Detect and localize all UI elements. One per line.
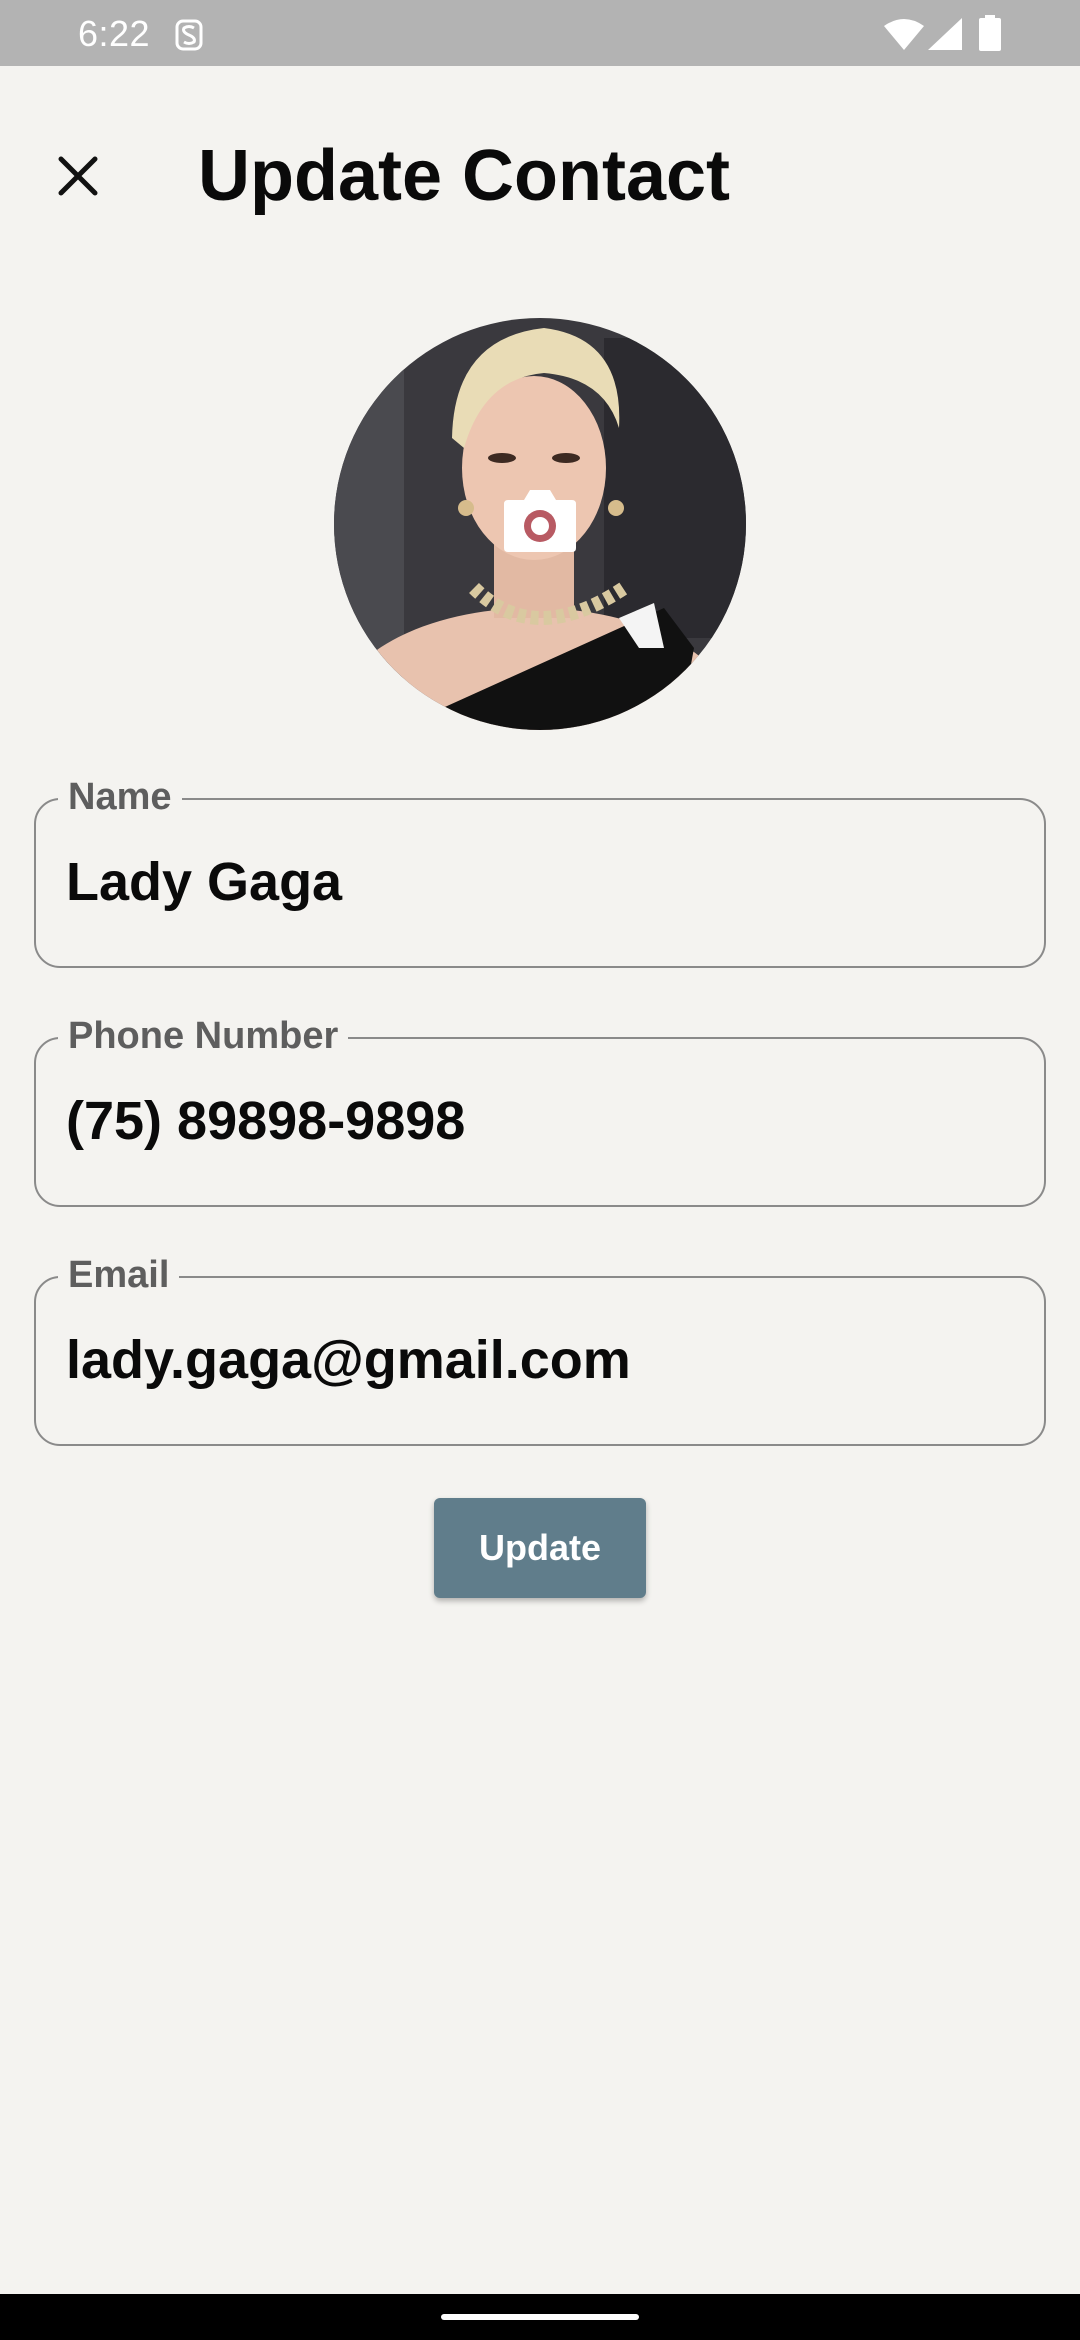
camera-icon[interactable] [502, 486, 578, 554]
close-icon[interactable] [48, 146, 108, 206]
email-label: Email [58, 1250, 180, 1300]
navigation-bar [0, 2294, 1080, 2340]
name-input[interactable]: Lady Gaga [66, 850, 342, 914]
name-label: Name [58, 772, 182, 822]
name-field[interactable]: Name Lady Gaga [34, 772, 1046, 968]
status-bar: 6:22 [0, 0, 1080, 66]
signal-icon [928, 18, 962, 50]
home-handle[interactable] [441, 2314, 639, 2320]
battery-icon [979, 15, 1001, 51]
email-input[interactable]: lady.gaga@gmail.com [66, 1328, 631, 1392]
status-time: 6:22 [78, 13, 151, 54]
phone-number-field[interactable]: Phone Number (75) 89898-9898 [34, 1011, 1046, 1207]
wifi-icon [884, 19, 924, 50]
update-button[interactable]: Update [434, 1498, 646, 1598]
email-field[interactable]: Email lady.gaga@gmail.com [34, 1250, 1046, 1446]
page-title: Update Contact [198, 136, 731, 216]
phone-number-input[interactable]: (75) 89898-9898 [66, 1089, 465, 1153]
s-app-icon [175, 19, 203, 51]
phone-number-label: Phone Number [58, 1011, 349, 1061]
